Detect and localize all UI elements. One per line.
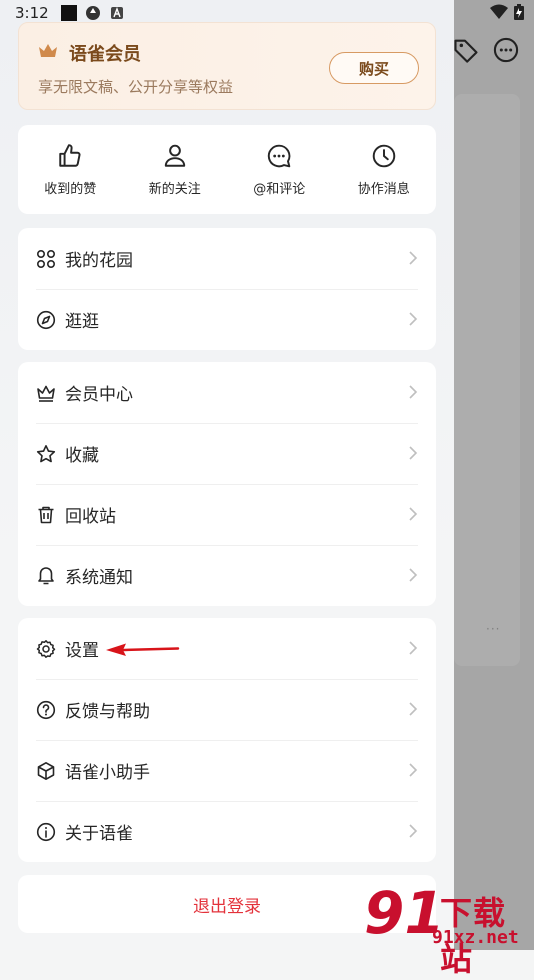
help-icon bbox=[36, 700, 56, 719]
menu-label: 关于语雀 bbox=[65, 824, 133, 844]
menu-label: 语雀小助手 bbox=[65, 763, 150, 783]
menu-label: 设置 bbox=[65, 641, 99, 661]
quick-actions: 收到的赞 新的关注 @和评论 协作消息 bbox=[18, 125, 436, 214]
menu-group-1: 我的花园 逛逛 bbox=[18, 228, 436, 350]
watermark-url: 91xz.net bbox=[432, 927, 519, 948]
vip-crown-icon bbox=[39, 44, 57, 57]
wifi-icon bbox=[490, 4, 508, 19]
menu-item-assistant[interactable]: 语雀小助手 bbox=[18, 740, 436, 801]
chevron-right-icon bbox=[409, 385, 418, 399]
vip-title: 语雀会员 bbox=[69, 44, 141, 65]
chevron-right-icon bbox=[409, 763, 418, 777]
cube-icon bbox=[37, 761, 55, 780]
battery-icon bbox=[514, 4, 524, 20]
compass-icon bbox=[36, 310, 56, 329]
chevron-right-icon bbox=[409, 312, 418, 326]
sync-icon bbox=[85, 6, 100, 20]
vip-banner[interactable]: 语雀会员 享无限文稿、公开分享等权益 购买 bbox=[18, 22, 436, 110]
menu-label: 系统通知 bbox=[65, 568, 133, 588]
chevron-right-icon bbox=[409, 446, 418, 460]
comment-icon bbox=[268, 144, 291, 168]
gear-icon bbox=[36, 639, 56, 658]
chevron-right-icon bbox=[409, 824, 418, 838]
chevron-right-icon bbox=[409, 251, 418, 265]
status-time: 3:12 bbox=[15, 4, 49, 22]
menu-item-settings[interactable]: 设置 bbox=[18, 618, 436, 679]
quick-item-likes[interactable]: 收到的赞 bbox=[18, 125, 123, 214]
quick-label: 收到的赞 bbox=[44, 182, 97, 197]
quick-label: @和评论 bbox=[253, 182, 306, 197]
menu-item-help[interactable]: 反馈与帮助 bbox=[18, 679, 436, 740]
menu-label: 会员中心 bbox=[65, 385, 133, 405]
menu-item-trash[interactable]: 回收站 bbox=[18, 484, 436, 545]
menu-item-explore[interactable]: 逛逛 bbox=[18, 289, 436, 350]
menu-group-3: 设置 反馈与帮助 语雀小助手 关于语雀 bbox=[18, 618, 436, 862]
menu-group-2: 会员中心 收藏 回收站 系统通知 bbox=[18, 362, 436, 606]
chevron-right-icon bbox=[409, 507, 418, 521]
quick-item-follows[interactable]: 新的关注 bbox=[123, 125, 228, 214]
star-icon bbox=[36, 444, 56, 462]
a-badge-icon bbox=[110, 7, 123, 19]
menu-item-favorites[interactable]: 收藏 bbox=[18, 423, 436, 484]
menu-item-garden[interactable]: 我的花园 bbox=[18, 228, 436, 289]
quick-label: 新的关注 bbox=[148, 182, 201, 197]
quick-item-collab[interactable]: 协作消息 bbox=[332, 125, 437, 214]
menu-item-notifications[interactable]: 系统通知 bbox=[18, 545, 436, 606]
menu-label: 回收站 bbox=[65, 507, 116, 527]
chevron-right-icon bbox=[409, 568, 418, 582]
person-icon bbox=[164, 144, 185, 167]
menu-label: 收藏 bbox=[65, 446, 99, 466]
notification-square-icon bbox=[60, 5, 77, 21]
trash-icon bbox=[38, 506, 54, 523]
clock-icon bbox=[372, 144, 396, 168]
menu-label: 我的花园 bbox=[65, 251, 133, 271]
menu-label: 逛逛 bbox=[65, 312, 99, 332]
info-icon bbox=[36, 822, 56, 841]
crown-icon bbox=[37, 385, 55, 402]
chevron-right-icon bbox=[409, 641, 418, 655]
buy-button[interactable]: 购买 bbox=[329, 52, 419, 84]
drawer-scrim[interactable] bbox=[454, 0, 534, 950]
chevron-right-icon bbox=[409, 702, 418, 716]
bell-icon bbox=[38, 566, 54, 584]
menu-item-membership[interactable]: 会员中心 bbox=[18, 362, 436, 423]
menu-item-about[interactable]: 关于语雀 bbox=[18, 801, 436, 862]
vip-subtitle: 享无限文稿、公开分享等权益 bbox=[38, 78, 234, 96]
annotation-arrow-icon bbox=[106, 643, 180, 656]
quick-label: 协作消息 bbox=[357, 182, 410, 197]
status-indicators bbox=[490, 4, 524, 20]
garden-icon bbox=[36, 249, 56, 268]
quick-item-comments[interactable]: @和评论 bbox=[227, 125, 332, 214]
menu-label: 反馈与帮助 bbox=[65, 702, 150, 722]
thumbs-up-icon bbox=[59, 144, 81, 167]
side-drawer: 3:12 语雀会员 享无限文稿、公开分享等权益 购买 收到的赞 新的关注 @和评… bbox=[0, 0, 454, 950]
